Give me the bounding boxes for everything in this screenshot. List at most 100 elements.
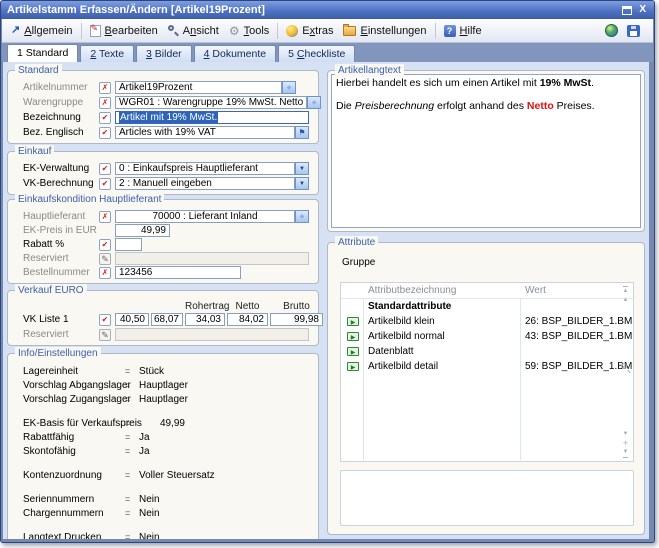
- scroll-up-icon[interactable]: ▲: [623, 296, 629, 305]
- reserviert-field: [115, 252, 309, 265]
- warengruppe-field[interactable]: WGR01 : Warengruppe 19% MwSt. Netto: [115, 96, 307, 109]
- menu-bar: ↗ Allgemein ✎ Bearbeiten Ansicht ⚙ Tools…: [2, 19, 653, 43]
- scroll-bottom-icon[interactable]: ▼: [623, 448, 629, 458]
- grid-group-row[interactable]: Standardattribute: [341, 299, 633, 314]
- globe-icon[interactable]: [605, 24, 618, 37]
- tab-standard[interactable]: 1 Standard: [7, 44, 78, 62]
- flag-button[interactable]: ⚑: [295, 126, 309, 139]
- group-title: Attribute: [335, 236, 378, 249]
- info-label: Kontenzuordnung: [23, 470, 125, 481]
- arrow-ne-icon: ↗: [11, 25, 20, 36]
- help-icon: ?: [444, 25, 456, 37]
- pencil-icon: ✎: [99, 253, 111, 265]
- media-icon: ▶: [347, 347, 359, 356]
- menu-tools[interactable]: ⚙ Tools: [224, 23, 274, 39]
- equals-icon: =: [125, 508, 139, 518]
- group-title: Standard: [15, 64, 62, 77]
- scroll-top-icon[interactable]: ▲: [623, 286, 629, 296]
- group-title: Artikellangtext: [335, 64, 404, 77]
- table-row[interactable]: ▶ Artikelbild normal 43: BSP_BILDER_1.BM…: [341, 329, 633, 344]
- group-einkaufskondition: Einkaufskondition Hauptlieferant Hauptli…: [7, 199, 319, 284]
- rabatt-field[interactable]: [115, 238, 142, 251]
- table-row[interactable]: ▶ Artikelbild detail 59: BSP_BILDER_1.BM…: [341, 359, 633, 374]
- field-label: Bestellnummer: [23, 267, 99, 278]
- field-label: Bez. Englisch: [23, 127, 99, 138]
- toolbar-separator: [81, 23, 82, 39]
- lookup-button[interactable]: ◆: [307, 96, 321, 109]
- close-icon[interactable]: X: [639, 5, 646, 15]
- field-label: Rabatt %: [23, 239, 99, 250]
- netto-field[interactable]: 84,02: [227, 313, 268, 326]
- grid-nav-rail: ▲ ▲ ▼ + ▼: [619, 286, 632, 458]
- menu-allgemein[interactable]: ↗ Allgemein: [6, 23, 78, 39]
- info-value: Ja: [139, 432, 150, 443]
- save-icon[interactable]: [627, 25, 640, 37]
- tab-dokumente[interactable]: 4 Dokumente: [194, 45, 276, 62]
- menu-bearbeiten[interactable]: ✎ Bearbeiten: [85, 23, 163, 39]
- tab-checkliste[interactable]: 5 Checkliste: [278, 45, 355, 62]
- hauptlieferant-field[interactable]: 70000 : Lieferant Inland: [115, 210, 295, 223]
- pencil-icon: ✎: [99, 329, 111, 341]
- bezeichnung-field[interactable]: Artikel mit 19% MwSt.: [115, 111, 309, 124]
- equals-icon: =: [125, 418, 139, 428]
- equals-icon: =: [125, 446, 139, 456]
- mandatory-icon: ✗: [99, 211, 111, 223]
- table-row[interactable]: ▶ Artikelbild klein 26: BSP_BILDER_1.BMP: [341, 314, 633, 329]
- equals-icon: =: [125, 494, 139, 504]
- vk-preis-field[interactable]: 40,50: [115, 313, 149, 326]
- field-label: VK-Berechnung: [23, 178, 99, 189]
- folder-icon: [343, 26, 356, 36]
- bez-englisch-field[interactable]: Articles with 19% VAT: [115, 126, 295, 139]
- group-einkauf: Einkauf EK-Verwaltung ✔ 0 : Einkaufsprei…: [7, 151, 319, 195]
- field-label: Reserviert: [23, 253, 99, 264]
- lookup-button[interactable]: ◆: [295, 210, 309, 223]
- restore-icon[interactable]: [622, 6, 632, 15]
- lookup-button[interactable]: ◆: [282, 81, 296, 94]
- field-label: Warengruppe: [23, 97, 99, 108]
- menu-extras[interactable]: Extras: [281, 23, 338, 39]
- langtext-editor[interactable]: Hierbei handelt es sich um einen Artikel…: [331, 74, 641, 228]
- group-standard: Standard Artikelnummer ✗ Artikel19Prozen…: [7, 70, 319, 144]
- info-value: Nein: [139, 494, 160, 505]
- info-label: Vorschlag Zugangslager: [23, 394, 125, 405]
- group-title: Einkauf: [15, 145, 54, 158]
- tab-bilder[interactable]: 3 Bilder: [136, 45, 192, 62]
- equals-icon: =: [125, 470, 139, 480]
- bestellnummer-field[interactable]: 123456: [115, 266, 241, 279]
- magnifier-icon: [168, 25, 179, 36]
- grid-magnifier-icon[interactable]: [621, 363, 631, 373]
- attribute-grid: Attributbezeichnung Wert Standardattribu…: [340, 282, 634, 462]
- ek-verwaltung-select[interactable]: 0 : Einkaufspreis Hauptlieferant: [115, 162, 295, 175]
- edit-icon: ✎: [90, 25, 101, 37]
- info-value: 49,99: [139, 418, 185, 429]
- title-bar: Artikelstamm Erfassen/Ändern [Artikel19P…: [1, 1, 654, 19]
- dropdown-button[interactable]: ▼: [295, 177, 309, 190]
- tab-texte[interactable]: 2 Texte: [80, 45, 134, 62]
- table-row[interactable]: ▶ Datenblatt: [341, 344, 633, 359]
- field-label: EK-Verwaltung: [23, 163, 99, 174]
- col-attributbezeichnung[interactable]: Attributbezeichnung: [363, 285, 521, 296]
- info-value: Nein: [139, 532, 160, 540]
- window-title: Artikelstamm Erfassen/Ändern [Artikel19P…: [7, 4, 622, 16]
- col-brutto: Brutto: [270, 301, 323, 312]
- col-wert[interactable]: Wert: [521, 285, 633, 296]
- ek-preis-field[interactable]: 49,99: [115, 224, 170, 237]
- menu-einstellungen[interactable]: Einstellungen: [338, 23, 431, 39]
- info-label: Rabattfähig: [23, 432, 125, 443]
- media-icon: ▶: [347, 317, 359, 326]
- menu-ansicht[interactable]: Ansicht: [163, 23, 224, 39]
- group-title: Verkauf EURO: [15, 284, 87, 297]
- brutto-field[interactable]: 99,98: [270, 313, 323, 326]
- menu-hilfe[interactable]: ? Hilfe: [439, 23, 487, 39]
- check-icon: ✔: [99, 314, 111, 326]
- rohertrag-field[interactable]: 34,03: [185, 313, 225, 326]
- vk-berechnung-select[interactable]: 2 : Manuell eingeben: [115, 177, 295, 190]
- app-window: Artikelstamm Erfassen/Ändern [Artikel19P…: [0, 0, 655, 543]
- media-icon: ▶: [347, 362, 359, 371]
- vk-preis2-field[interactable]: 68,07: [151, 313, 183, 326]
- group-artikellangtext: Artikellangtext Hierbei handelt es sich …: [327, 70, 645, 232]
- add-row-icon[interactable]: +: [623, 439, 628, 448]
- artikelnummer-field[interactable]: Artikel19Prozent: [115, 81, 282, 94]
- gear-icon: ⚙: [229, 25, 240, 37]
- dropdown-button[interactable]: ▼: [295, 162, 309, 175]
